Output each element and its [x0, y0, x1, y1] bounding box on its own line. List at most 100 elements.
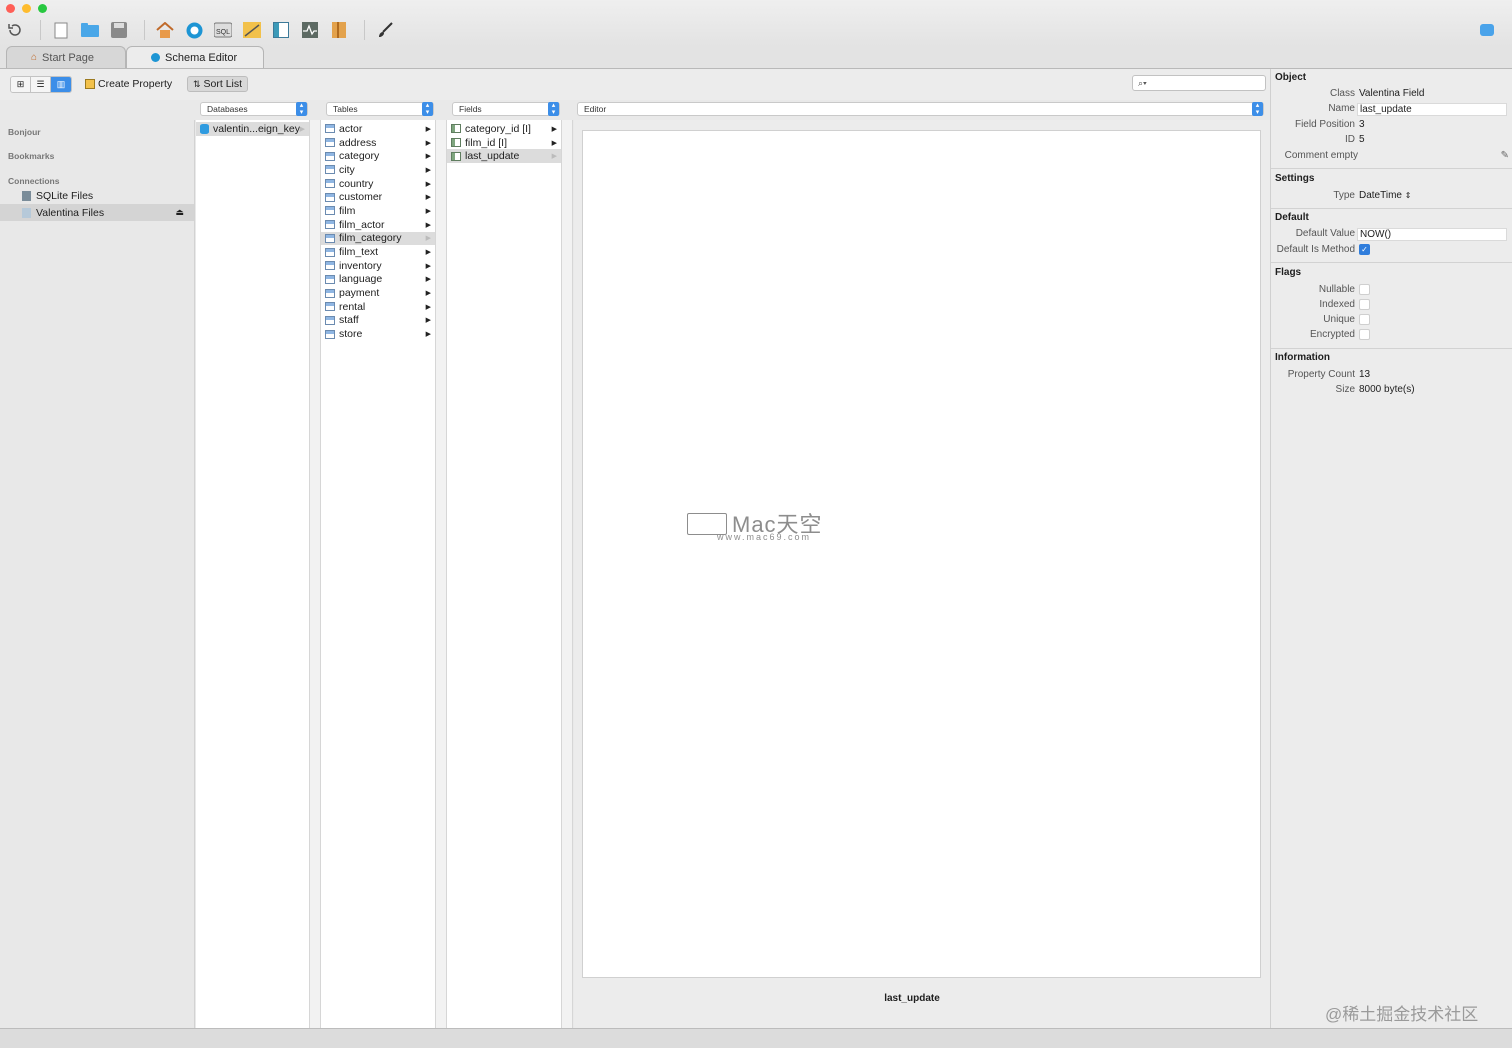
- refresh-icon[interactable]: [5, 20, 25, 40]
- search-input[interactable]: ⌕▾: [1132, 75, 1266, 91]
- window-controls: [6, 4, 47, 13]
- field-item-label: film_id [I]: [465, 136, 508, 149]
- table-list-item[interactable]: city ▶: [321, 163, 435, 177]
- create-property-label: Create Property: [98, 78, 173, 90]
- minimize-window-button[interactable]: [22, 4, 31, 13]
- field-list-item[interactable]: film_id [I] ▶: [447, 136, 561, 150]
- default-value-label: Default Value: [1295, 228, 1355, 239]
- table-icon: [325, 329, 335, 339]
- chevron-right-icon: ▶: [551, 139, 557, 147]
- diagram-view-icon[interactable]: ⊞: [11, 77, 31, 92]
- table-list-item[interactable]: store ▶: [321, 327, 435, 341]
- brush-icon[interactable]: [375, 20, 395, 40]
- table-icon: [325, 233, 335, 243]
- sidebar-item-valentina-files[interactable]: Valentina Files ⏏: [0, 204, 194, 221]
- nullable-checkbox[interactable]: [1359, 284, 1370, 295]
- tab-start-page[interactable]: ⌂ Start Page: [6, 46, 126, 68]
- tab-label: Schema Editor: [165, 51, 238, 64]
- unique-checkbox[interactable]: [1359, 314, 1370, 325]
- save-icon[interactable]: [109, 20, 129, 40]
- column-resize-handle[interactable]: [436, 120, 447, 1028]
- table-list-item[interactable]: payment ▶: [321, 286, 435, 300]
- chat-icon[interactable]: [1480, 24, 1494, 36]
- class-label: Class: [1329, 88, 1355, 99]
- table-list-item[interactable]: rental ▶: [321, 300, 435, 314]
- editor-column-popup[interactable]: Editor ▴ ▾: [577, 102, 1264, 116]
- id-value: 5: [1359, 134, 1365, 145]
- eject-icon[interactable]: ⏏: [175, 207, 184, 218]
- default-is-method-label: Default Is Method: [1276, 244, 1355, 255]
- table-item-label: city: [339, 163, 355, 176]
- editor-canvas[interactable]: Mac天空 www.mac69.com: [582, 130, 1261, 978]
- layout-icon[interactable]: [271, 20, 291, 40]
- chevron-right-icon: ▶: [425, 303, 431, 311]
- status-bar: [0, 1028, 1512, 1048]
- columns-view-icon[interactable]: ▥: [51, 77, 71, 92]
- table-item-label: store: [339, 328, 363, 341]
- table-list-item[interactable]: film_actor ▶: [321, 218, 435, 232]
- diagram-icon[interactable]: [242, 20, 262, 40]
- encrypted-checkbox[interactable]: [1359, 329, 1370, 340]
- tab-schema-editor[interactable]: Schema Editor: [126, 46, 264, 68]
- zoom-window-button[interactable]: [38, 4, 47, 13]
- column-resize-handle[interactable]: [562, 120, 573, 1028]
- view-mode-segmented-control: ⊞ ☰ ▥: [10, 76, 72, 93]
- sort-list-button[interactable]: ⇅ Sort List: [187, 76, 249, 92]
- chevron-right-icon: ▶: [425, 153, 431, 161]
- sidebar-section-bonjour: Bonjour: [8, 127, 41, 137]
- field-list-item[interactable]: last_update ▶: [447, 149, 561, 164]
- indexed-label: Indexed: [1319, 299, 1355, 310]
- open-folder-icon[interactable]: [80, 20, 100, 40]
- new-file-icon[interactable]: [51, 20, 71, 40]
- table-list-item[interactable]: address ▶: [321, 136, 435, 150]
- home-icon[interactable]: [155, 20, 175, 40]
- inspector-indexed-row: Indexed: [1271, 299, 1512, 313]
- tables-column-popup[interactable]: Tables ▴ ▾: [326, 102, 434, 116]
- sidebar: Bonjour Bookmarks Connections SQLite Fil…: [0, 120, 195, 1028]
- create-property-button[interactable]: Create Property: [80, 76, 177, 92]
- table-list-item[interactable]: country ▶: [321, 177, 435, 191]
- chevron-right-icon: ▶: [425, 221, 431, 229]
- fields-column-popup[interactable]: Fields ▴ ▾: [452, 102, 560, 116]
- table-list-item[interactable]: inventory ▶: [321, 259, 435, 273]
- table-list-item[interactable]: film ▶: [321, 204, 435, 218]
- default-is-method-checkbox[interactable]: ✓: [1359, 244, 1370, 255]
- column-resize-handle[interactable]: [310, 120, 321, 1028]
- inspector-divider: [1271, 348, 1512, 349]
- schema-icon[interactable]: [184, 20, 204, 40]
- default-value-field[interactable]: NOW(): [1357, 228, 1507, 241]
- inspector-section-flags: Flags: [1275, 267, 1302, 278]
- databases-column-popup[interactable]: Databases ▴ ▾: [200, 102, 308, 116]
- inspector-comment-row: Comment empty ✎: [1271, 150, 1512, 164]
- database-item[interactable]: valentin...eign_key ▶: [196, 122, 309, 136]
- chevron-right-icon: ▶: [425, 262, 431, 270]
- table-list-item[interactable]: language ▶: [321, 273, 435, 287]
- inspector-id-row: ID 5: [1271, 134, 1512, 148]
- name-field[interactable]: last_update: [1357, 103, 1507, 116]
- inspector-section-object: Object: [1275, 72, 1307, 83]
- table-list-item[interactable]: film_text ▶: [321, 245, 435, 259]
- table-list-item[interactable]: film_category ▶: [321, 231, 435, 246]
- close-window-button[interactable]: [6, 4, 15, 13]
- indexed-checkbox[interactable]: [1359, 299, 1370, 310]
- create-property-icon: [85, 79, 95, 89]
- sql-icon[interactable]: SQL: [213, 20, 233, 40]
- table-list-item[interactable]: category ▶: [321, 149, 435, 163]
- table-list-item[interactable]: customer ▶: [321, 190, 435, 204]
- pencil-icon[interactable]: ✎: [1501, 150, 1509, 161]
- sidebar-item-sqlite-files[interactable]: SQLite Files: [0, 187, 194, 204]
- inspector-section-default: Default: [1275, 212, 1309, 223]
- tables-column: actor ▶ address ▶ category ▶ city ▶ country ▶ cust…: [321, 120, 436, 1028]
- type-value: DateTime: [1359, 190, 1402, 201]
- activity-icon[interactable]: [300, 20, 320, 40]
- table-list-item[interactable]: staff ▶: [321, 314, 435, 328]
- book-icon[interactable]: [329, 20, 349, 40]
- list-view-icon[interactable]: ☰: [31, 77, 51, 92]
- chevron-right-icon: ▶: [425, 166, 431, 174]
- table-item-label: address: [339, 136, 377, 149]
- table-list-item[interactable]: actor ▶: [321, 122, 435, 136]
- field-item-label: last_update: [465, 150, 520, 163]
- type-select[interactable]: DateTime ⇕: [1359, 190, 1411, 201]
- table-item-label: country: [339, 177, 374, 190]
- field-list-item[interactable]: category_id [I] ▶: [447, 122, 561, 136]
